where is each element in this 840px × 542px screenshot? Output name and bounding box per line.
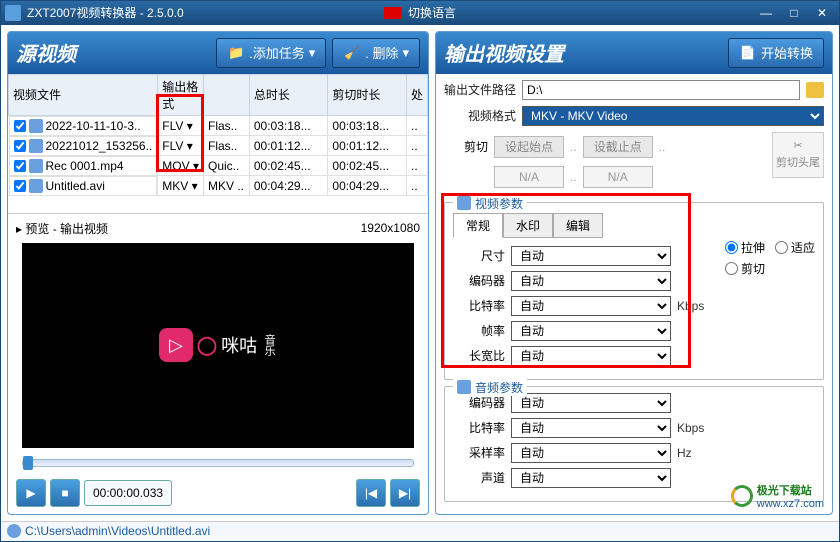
preview-header: ▸ 预览 - 输出视频 1920x1080 bbox=[8, 214, 428, 243]
language-switch[interactable]: 切换语言 bbox=[384, 4, 456, 21]
play-button[interactable]: ▶ bbox=[16, 479, 46, 507]
status-bar: C:\Users\admin\Videos\Untitled.avi bbox=[1, 521, 839, 541]
audio-sample-select[interactable]: 自动 bbox=[511, 443, 671, 463]
set-end-button[interactable]: 设截止点 bbox=[583, 136, 653, 158]
radio-stretch[interactable]: 拉伸 bbox=[725, 239, 765, 256]
next-button[interactable]: ▶| bbox=[390, 479, 420, 507]
set-start-button[interactable]: 设起始点 bbox=[494, 136, 564, 158]
dropdown-arrow-icon: ▾ bbox=[309, 45, 316, 61]
file-icon bbox=[29, 179, 43, 193]
file-checkbox[interactable] bbox=[14, 120, 26, 132]
swirl-icon bbox=[731, 485, 753, 507]
aspect-select[interactable]: 自动 bbox=[511, 346, 671, 366]
source-title: 源视频 bbox=[16, 38, 76, 67]
scissors-icon: ✂ bbox=[793, 139, 802, 152]
dropdown-arrow-icon: ▾ bbox=[402, 45, 409, 61]
cut-start-display: N/A bbox=[494, 166, 564, 188]
output-panel: 输出视频设置 📄 开始转换 输出文件路径 视频格式 MKV - MKV Vide… bbox=[435, 31, 833, 515]
col-file[interactable]: 视频文件 bbox=[9, 74, 158, 115]
tab-general[interactable]: 常规 bbox=[453, 213, 503, 238]
col-format[interactable]: 输出格式 bbox=[158, 74, 204, 115]
file-checkbox[interactable] bbox=[14, 140, 26, 152]
out-path-input[interactable] bbox=[522, 80, 800, 100]
file-checkbox[interactable] bbox=[14, 160, 26, 172]
stop-button[interactable]: ■ bbox=[50, 479, 80, 507]
col-duration[interactable]: 总时长 bbox=[249, 74, 328, 115]
output-title: 输出视频设置 bbox=[444, 38, 564, 67]
encoder-select[interactable]: 自动 bbox=[511, 271, 671, 291]
minimize-button[interactable]: — bbox=[753, 4, 779, 22]
maximize-button[interactable]: □ bbox=[781, 4, 807, 22]
bitrate-select[interactable]: 自动 bbox=[511, 296, 671, 316]
cut-label: 剪切 bbox=[464, 138, 488, 155]
video-format-select[interactable]: MKV - MKV Video bbox=[522, 106, 824, 126]
radio-fit[interactable]: 适应 bbox=[775, 239, 815, 256]
file-icon bbox=[29, 119, 43, 133]
app-title: ZXT2007视频转换器 - 2.5.0.0 bbox=[27, 4, 184, 21]
audio-channel-select[interactable]: 自动 bbox=[511, 468, 671, 488]
fps-select[interactable]: 自动 bbox=[511, 321, 671, 341]
cut-head-tail-button[interactable]: ✂ 剪切头尾 bbox=[772, 132, 824, 178]
language-label: 切换语言 bbox=[408, 4, 456, 21]
size-select[interactable]: 自动 bbox=[511, 246, 671, 266]
prev-button[interactable]: |◀ bbox=[356, 479, 386, 507]
video-icon bbox=[457, 196, 471, 210]
file-checkbox[interactable] bbox=[14, 180, 26, 192]
start-convert-button[interactable]: 📄 开始转换 bbox=[728, 38, 824, 68]
out-path-label: 输出文件路径 bbox=[444, 81, 516, 98]
logo-icon: ▷ bbox=[159, 328, 193, 362]
file-list[interactable]: 视频文件 输出格式 总时长 剪切时长 处 2022-10-11-10-3..FL… bbox=[8, 74, 428, 214]
timecode-display: 00:00:00.033 bbox=[84, 480, 172, 506]
delete-button[interactable]: 🧹 . 删除 ▾ bbox=[332, 38, 420, 68]
browse-folder-icon[interactable] bbox=[806, 82, 824, 98]
disk-icon bbox=[7, 524, 21, 538]
flag-icon bbox=[384, 7, 402, 19]
fit-mode-radios: 拉伸 适应 剪切 bbox=[725, 209, 815, 371]
app-icon bbox=[5, 5, 21, 21]
audio-icon bbox=[457, 380, 471, 394]
seek-slider[interactable] bbox=[22, 459, 414, 467]
folder-plus-icon: 📁 bbox=[227, 44, 245, 62]
close-button[interactable]: ✕ bbox=[809, 4, 835, 22]
site-watermark: 极光下载站 www.xz7.com bbox=[731, 482, 824, 510]
cut-end-display: N/A bbox=[583, 166, 653, 188]
status-path: C:\Users\admin\Videos\Untitled.avi bbox=[25, 524, 210, 538]
preview-viewport: ▷ ◯ 咪咕 音乐 bbox=[22, 243, 414, 448]
file-icon bbox=[29, 139, 43, 153]
radio-crop[interactable]: 剪切 bbox=[725, 260, 815, 277]
col-proc[interactable]: 处 bbox=[406, 74, 427, 115]
video-params-fieldset: 视频参数 常规 水印 编辑 尺寸自动 编码器自动 比特率自动Kbps 帧率自动 bbox=[444, 202, 824, 380]
tab-edit[interactable]: 编辑 bbox=[553, 213, 603, 238]
tab-watermark[interactable]: 水印 bbox=[503, 213, 553, 238]
source-panel: 源视频 📁 .添加任务 ▾ 🧹 . 删除 ▾ 视频文件 输出格式 bbox=[7, 31, 429, 515]
convert-icon: 📄 bbox=[739, 44, 757, 62]
preview-dimensions: 1920x1080 bbox=[361, 221, 420, 235]
audio-encoder-select[interactable]: 自动 bbox=[511, 393, 671, 413]
add-task-button[interactable]: 📁 .添加任务 ▾ bbox=[216, 38, 326, 68]
video-format-label: 视频格式 bbox=[444, 107, 516, 124]
file-icon bbox=[29, 159, 43, 173]
col-cut[interactable]: 剪切时长 bbox=[328, 74, 407, 115]
audio-bitrate-select[interactable]: 自动 bbox=[511, 418, 671, 438]
preview-content: ▷ ◯ 咪咕 音乐 bbox=[159, 328, 277, 362]
title-bar: ZXT2007视频转换器 - 2.5.0.0 切换语言 — □ ✕ bbox=[1, 1, 839, 25]
broom-icon: 🧹 bbox=[343, 44, 361, 62]
